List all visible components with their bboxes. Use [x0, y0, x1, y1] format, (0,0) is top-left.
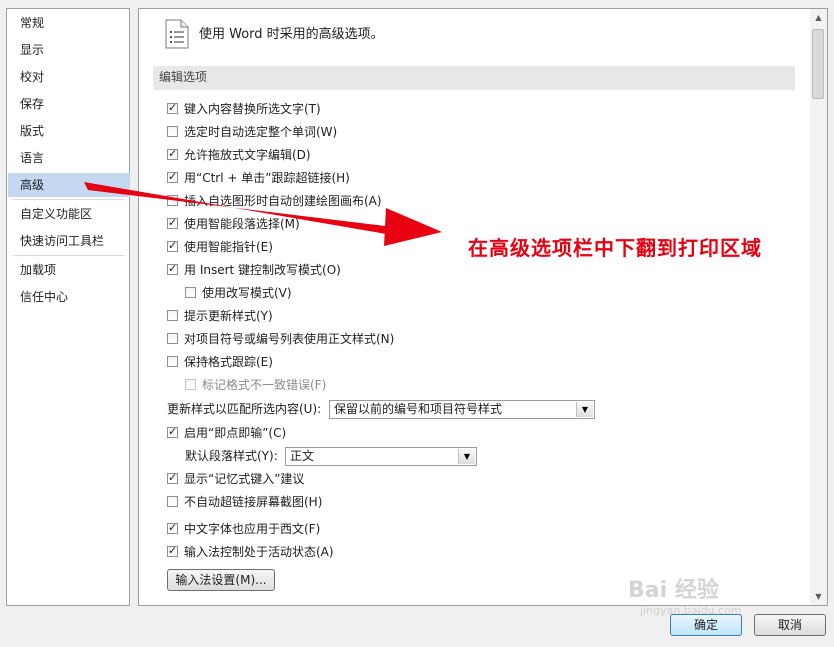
checkbox[interactable] — [167, 423, 178, 441]
checkbox[interactable] — [167, 542, 178, 560]
option-normal-style-for-lists[interactable]: 对项目符号或编号列表使用正文样式(N) — [167, 330, 394, 348]
option-label: 不自动超链接屏幕截图(H) — [184, 495, 323, 509]
baidu-watermark: Bai 经验 — [628, 578, 719, 603]
advanced-options-panel: 使用 Word 时采用的高级选项。 编辑选项 键入内容替换所选文字(T) 选定时… — [138, 8, 828, 606]
option-label: 标记格式不一致错误(F) — [202, 378, 327, 392]
chevron-down-icon[interactable]: ▼ — [576, 402, 593, 417]
checkbox[interactable] — [167, 145, 178, 163]
option-label: 用 Insert 键控制改写模式(O) — [184, 263, 341, 277]
nav-item-proofing[interactable]: 校对 — [8, 65, 130, 89]
checkbox[interactable] — [167, 126, 178, 137]
option-label: 选定时自动选定整个单词(W) — [184, 125, 338, 139]
checkbox[interactable] — [167, 356, 178, 367]
option-enable-click-and-type[interactable]: 启用“即点即输”(C) — [167, 423, 287, 442]
update-style-value: 保留以前的编号和项目符号样式 — [334, 402, 503, 416]
option-keep-track-of-formatting[interactable]: 保持格式跟踪(E) — [167, 353, 273, 371]
default-paragraph-style-label: 默认段落样式(Y): — [185, 449, 278, 463]
vertical-scrollbar[interactable]: ▲ ▼ — [810, 9, 827, 605]
document-options-icon — [165, 19, 189, 49]
option-show-autocomplete[interactable]: 显示“记忆式键入”建议 — [167, 469, 305, 488]
scroll-thumb[interactable] — [812, 29, 824, 99]
option-mark-formatting-inconsistencies: 标记格式不一致错误(F) — [185, 376, 326, 394]
option-no-auto-hyperlink-screenshot[interactable]: 不自动超链接屏幕截图(H) — [167, 493, 322, 511]
checkbox[interactable] — [167, 496, 178, 507]
chevron-down-icon[interactable]: ▼ — [458, 449, 475, 464]
option-label: 使用改写模式(V) — [202, 286, 292, 300]
baidu-watermark-url: jingyan.baidu.com — [640, 604, 742, 617]
option-select-entire-word[interactable]: 选定时自动选定整个单词(W) — [167, 123, 337, 141]
nav-item-display[interactable]: 显示 — [8, 38, 130, 62]
option-label: 保持格式跟踪(E) — [184, 355, 273, 369]
nav-divider — [13, 255, 125, 256]
section-title-editing-options: 编辑选项 — [153, 66, 795, 90]
option-label: 显示“记忆式键入”建议 — [184, 472, 305, 486]
ime-settings-button[interactable]: 输入法设置(M)... — [167, 569, 275, 591]
nav-item-general[interactable]: 常规 — [8, 11, 130, 35]
red-arrow-annotation — [84, 182, 442, 246]
nav-item-trust-center[interactable]: 信任中心 — [8, 285, 130, 309]
option-label: 对项目符号或编号列表使用正文样式(N) — [184, 332, 395, 346]
scroll-up-icon[interactable]: ▲ — [810, 9, 827, 26]
default-paragraph-style-select[interactable]: 正文 ▼ — [285, 447, 477, 466]
option-insert-key-overtype[interactable]: 用 Insert 键控制改写模式(O) — [167, 260, 341, 279]
option-use-overtype-mode[interactable]: 使用改写模式(V) — [185, 284, 292, 302]
checkbox[interactable] — [167, 310, 178, 321]
update-style-label: 更新样式以匹配所选内容(U): — [167, 402, 322, 416]
option-label: 输入法控制处于活动状态(A) — [184, 545, 334, 559]
annotation-text: 在高级选项栏中下翻到打印区域 — [468, 236, 762, 260]
ok-button[interactable]: 确定 — [670, 614, 742, 636]
panel-header: 使用 Word 时采用的高级选项。 — [199, 27, 384, 42]
checkbox[interactable] — [167, 99, 178, 117]
checkbox[interactable] — [167, 260, 178, 278]
checkbox[interactable] — [185, 287, 196, 298]
default-paragraph-style-value: 正文 — [290, 449, 315, 463]
cancel-button[interactable]: 取消 — [754, 614, 826, 636]
checkbox[interactable] — [167, 519, 178, 537]
option-prompt-update-style[interactable]: 提示更新样式(Y) — [167, 307, 273, 325]
option-label: 中文字体也应用于西文(F) — [184, 522, 321, 536]
checkbox — [185, 379, 196, 390]
option-typing-replaces-selection[interactable]: 键入内容替换所选文字(T) — [167, 99, 321, 118]
option-chinese-font-for-western[interactable]: 中文字体也应用于西文(F) — [167, 519, 321, 538]
nav-item-save[interactable]: 保存 — [8, 92, 130, 116]
option-ime-control-active[interactable]: 输入法控制处于活动状态(A) — [167, 542, 334, 561]
option-label: 启用“即点即输”(C) — [184, 426, 287, 440]
nav-item-addins[interactable]: 加载项 — [8, 258, 130, 282]
checkbox[interactable] — [167, 469, 178, 487]
nav-item-layout[interactable]: 版式 — [8, 119, 130, 143]
checkbox[interactable] — [167, 333, 178, 344]
option-label: 允许拖放式文字编辑(D) — [184, 148, 311, 162]
option-label: 提示更新样式(Y) — [184, 309, 273, 323]
nav-item-language[interactable]: 语言 — [8, 146, 130, 170]
update-style-select[interactable]: 保留以前的编号和项目符号样式 ▼ — [329, 400, 595, 419]
scroll-down-icon[interactable]: ▼ — [810, 588, 827, 605]
options-nav: 常规 显示 校对 保存 版式 语言 高级 自定义功能区 快速访问工具栏 加载项 … — [6, 8, 130, 606]
option-drag-and-drop[interactable]: 允许拖放式文字编辑(D) — [167, 145, 311, 164]
option-label: 键入内容替换所选文字(T) — [184, 102, 321, 116]
